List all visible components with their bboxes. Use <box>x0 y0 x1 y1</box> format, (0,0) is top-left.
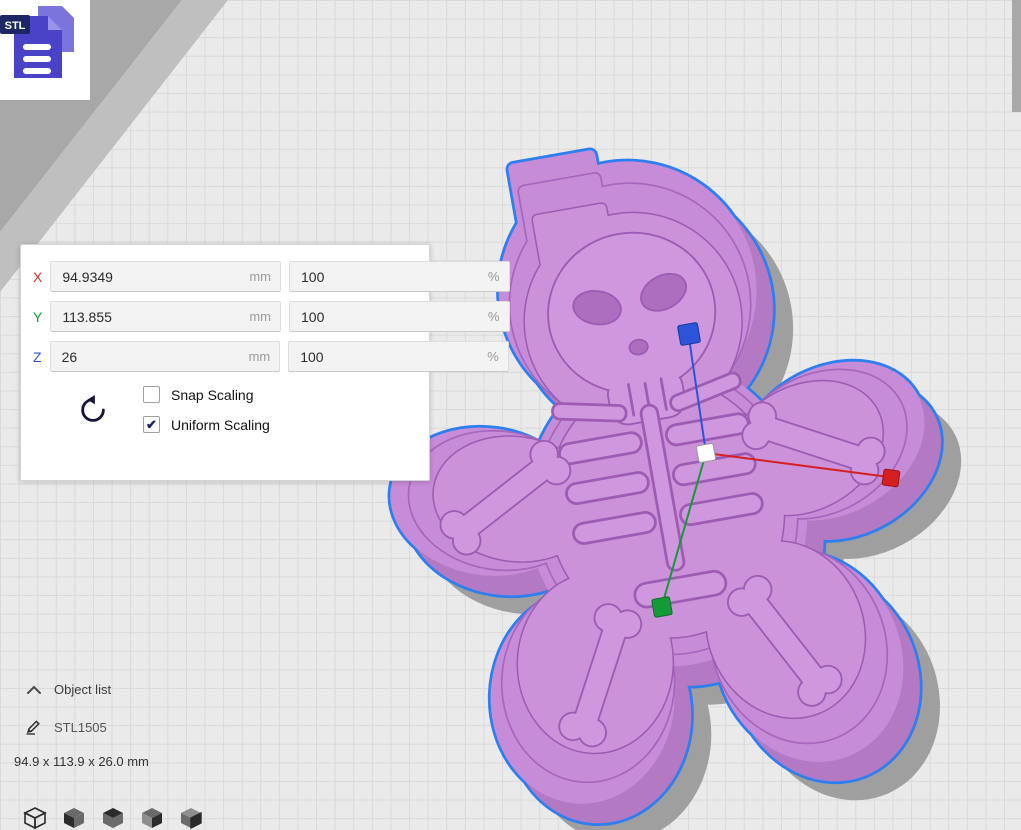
scale-tool-panel: X mm % Y mm % Z mm <box>20 244 430 481</box>
object-dimensions: 94.9 x 113.9 x 26.0 mm <box>14 754 149 769</box>
view-3d-icon <box>22 805 48 830</box>
scale-y-mm-field[interactable]: mm <box>50 301 281 332</box>
scale-handle-z[interactable] <box>677 322 700 345</box>
axis-x-label: X <box>33 269 42 285</box>
view-top-button[interactable] <box>100 805 126 830</box>
scale-z-mm-field[interactable]: mm <box>50 341 281 372</box>
view-front-button[interactable] <box>61 805 87 830</box>
pencil-icon <box>25 719 41 735</box>
mm-unit-label: mm <box>249 269 271 284</box>
object-name-row[interactable]: STL1505 <box>25 719 107 735</box>
view-front-icon <box>61 805 87 830</box>
view-3d-button[interactable] <box>22 805 48 830</box>
reset-scale-icon <box>77 394 109 426</box>
reset-scale-button[interactable] <box>77 394 109 426</box>
snap-scaling-option[interactable]: Snap Scaling <box>143 386 270 403</box>
object-name: STL1505 <box>54 720 107 735</box>
uniform-scaling-option[interactable]: Uniform Scaling <box>143 416 270 433</box>
scale-z-mm-input[interactable] <box>60 348 245 366</box>
snap-scaling-label: Snap Scaling <box>171 387 254 403</box>
scale-row-z: Z mm % <box>33 341 416 372</box>
scale-x-percent-field[interactable]: % <box>289 261 510 292</box>
uniform-scaling-checkbox[interactable] <box>143 416 160 433</box>
scale-handle-center[interactable] <box>696 443 716 463</box>
scale-x-mm-field[interactable]: mm <box>50 261 281 292</box>
percent-unit-label: % <box>487 349 499 364</box>
snap-scaling-checkbox[interactable] <box>143 386 160 403</box>
scale-x-percent-input[interactable] <box>299 268 484 286</box>
object-list-toggle[interactable]: Object list <box>26 682 111 697</box>
scale-handle-x[interactable] <box>882 469 900 487</box>
chevron-up-icon <box>26 685 42 695</box>
scale-y-percent-input[interactable] <box>299 308 484 326</box>
axis-z-label: Z <box>33 349 42 365</box>
mm-unit-label: mm <box>249 349 271 364</box>
stl-badge-label: STL <box>5 20 26 32</box>
axis-y-label: Y <box>33 309 42 325</box>
buildplate-right-edge <box>1012 0 1021 112</box>
view-left-icon <box>139 805 165 830</box>
view-right-icon <box>178 805 204 830</box>
scale-handle-y[interactable] <box>652 597 673 618</box>
view-left-button[interactable] <box>139 805 165 830</box>
scale-z-percent-field[interactable]: % <box>288 341 509 372</box>
scale-z-percent-input[interactable] <box>298 348 483 366</box>
stl-file-icon[interactable]: STL <box>0 0 90 100</box>
uniform-scaling-label: Uniform Scaling <box>171 417 270 433</box>
mm-unit-label: mm <box>249 309 271 324</box>
object-list-label: Object list <box>54 682 111 697</box>
scale-y-mm-input[interactable] <box>60 308 245 326</box>
scale-row-x: X mm % <box>33 261 416 292</box>
percent-unit-label: % <box>488 309 500 324</box>
scale-y-percent-field[interactable]: % <box>289 301 510 332</box>
scale-options-row: Snap Scaling Uniform Scaling <box>33 386 416 433</box>
scale-x-mm-input[interactable] <box>60 268 245 286</box>
view-right-button[interactable] <box>178 805 204 830</box>
scale-row-y: Y mm % <box>33 301 416 332</box>
percent-unit-label: % <box>488 269 500 284</box>
view-orientation-toolbar <box>22 805 204 830</box>
view-top-icon <box>100 805 126 830</box>
slicer-viewport: STL X mm % Y mm % <box>0 0 1021 830</box>
